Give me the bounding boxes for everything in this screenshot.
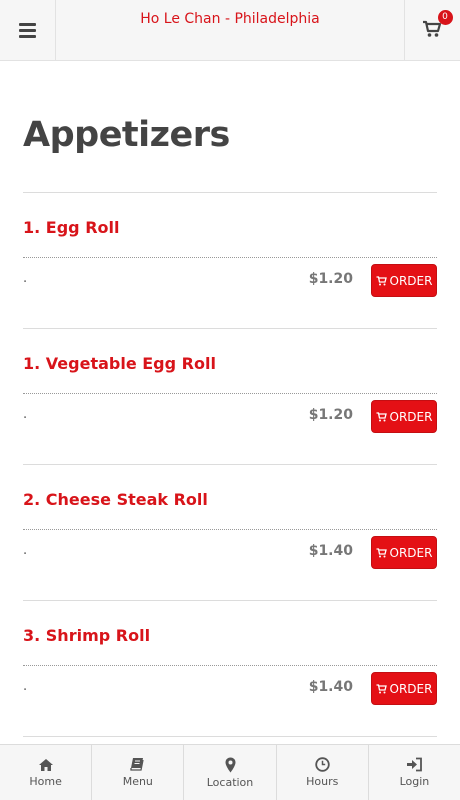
nav-label: Location	[206, 775, 254, 789]
item-name: 3. Shrimp Roll	[23, 626, 151, 645]
top-bar: Ho Le Chan - Philadelphia 0	[0, 0, 460, 61]
clock-icon	[315, 757, 330, 772]
item-price: $1.20	[308, 271, 353, 287]
nav-location[interactable]: Location	[184, 745, 277, 800]
page-title: Appetizers	[23, 115, 230, 155]
order-button[interactable]: ORDER	[371, 400, 437, 433]
order-label: ORDER	[389, 545, 433, 560]
dotted-divider	[23, 665, 437, 666]
hamburger-icon	[19, 20, 36, 41]
order-label: ORDER	[389, 681, 433, 696]
nav-home[interactable]: Home	[0, 745, 93, 800]
cart-button[interactable]: 0	[404, 0, 460, 60]
bottom-nav: Home Menu Location Hours Login	[0, 744, 460, 800]
cart-plus-icon	[376, 275, 387, 285]
divider	[23, 736, 437, 737]
order-button[interactable]: ORDER	[371, 536, 437, 569]
dotted-divider	[23, 257, 437, 258]
nav-label: Menu	[122, 775, 153, 788]
item-price: $1.40	[308, 543, 353, 559]
item-price: $1.40	[308, 679, 353, 695]
dotted-divider	[23, 529, 437, 530]
item-name: 2. Cheese Steak Roll	[23, 490, 208, 509]
nav-label: Hours	[306, 775, 339, 788]
cart-count-badge: 0	[437, 10, 453, 25]
nav-hours[interactable]: Hours	[277, 745, 369, 800]
order-label: ORDER	[389, 273, 433, 288]
menu-item: 1. Vegetable Egg Roll . $1.20 ORDER	[23, 329, 437, 465]
restaurant-title: Ho Le Chan - Philadelphia	[140, 11, 320, 27]
map-marker-icon	[225, 757, 235, 772]
nav-label: Home	[29, 774, 62, 788]
item-price: $1.20	[308, 407, 353, 423]
order-button[interactable]: ORDER	[371, 264, 437, 297]
menu-item: 2. Cheese Steak Roll . $1.40 ORDER	[23, 465, 437, 601]
book-icon	[130, 758, 144, 771]
order-label: ORDER	[389, 409, 433, 424]
item-description: .	[23, 679, 28, 694]
dotted-divider	[23, 393, 437, 394]
item-description: .	[23, 271, 28, 286]
home-icon	[38, 758, 53, 771]
order-button[interactable]: ORDER	[371, 672, 437, 705]
sign-in-icon	[406, 757, 422, 772]
menu-item: 1. Egg Roll . $1.20 ORDER	[23, 193, 437, 329]
nav-login[interactable]: Login	[369, 745, 460, 800]
item-name: 1. Vegetable Egg Roll	[23, 354, 216, 373]
menu-item: 3. Shrimp Roll . $1.40 ORDER	[23, 601, 437, 737]
item-description: .	[23, 543, 28, 558]
cart-plus-icon	[376, 411, 387, 421]
nav-menu[interactable]: Menu	[92, 745, 185, 800]
item-description: .	[23, 407, 28, 422]
cart-plus-icon	[376, 683, 387, 693]
item-name: 1. Egg Roll	[23, 218, 120, 237]
shopping-cart-icon	[422, 20, 441, 37]
nav-label: Login	[399, 775, 430, 788]
menu-button[interactable]	[0, 0, 56, 60]
cart-plus-icon	[376, 547, 387, 557]
